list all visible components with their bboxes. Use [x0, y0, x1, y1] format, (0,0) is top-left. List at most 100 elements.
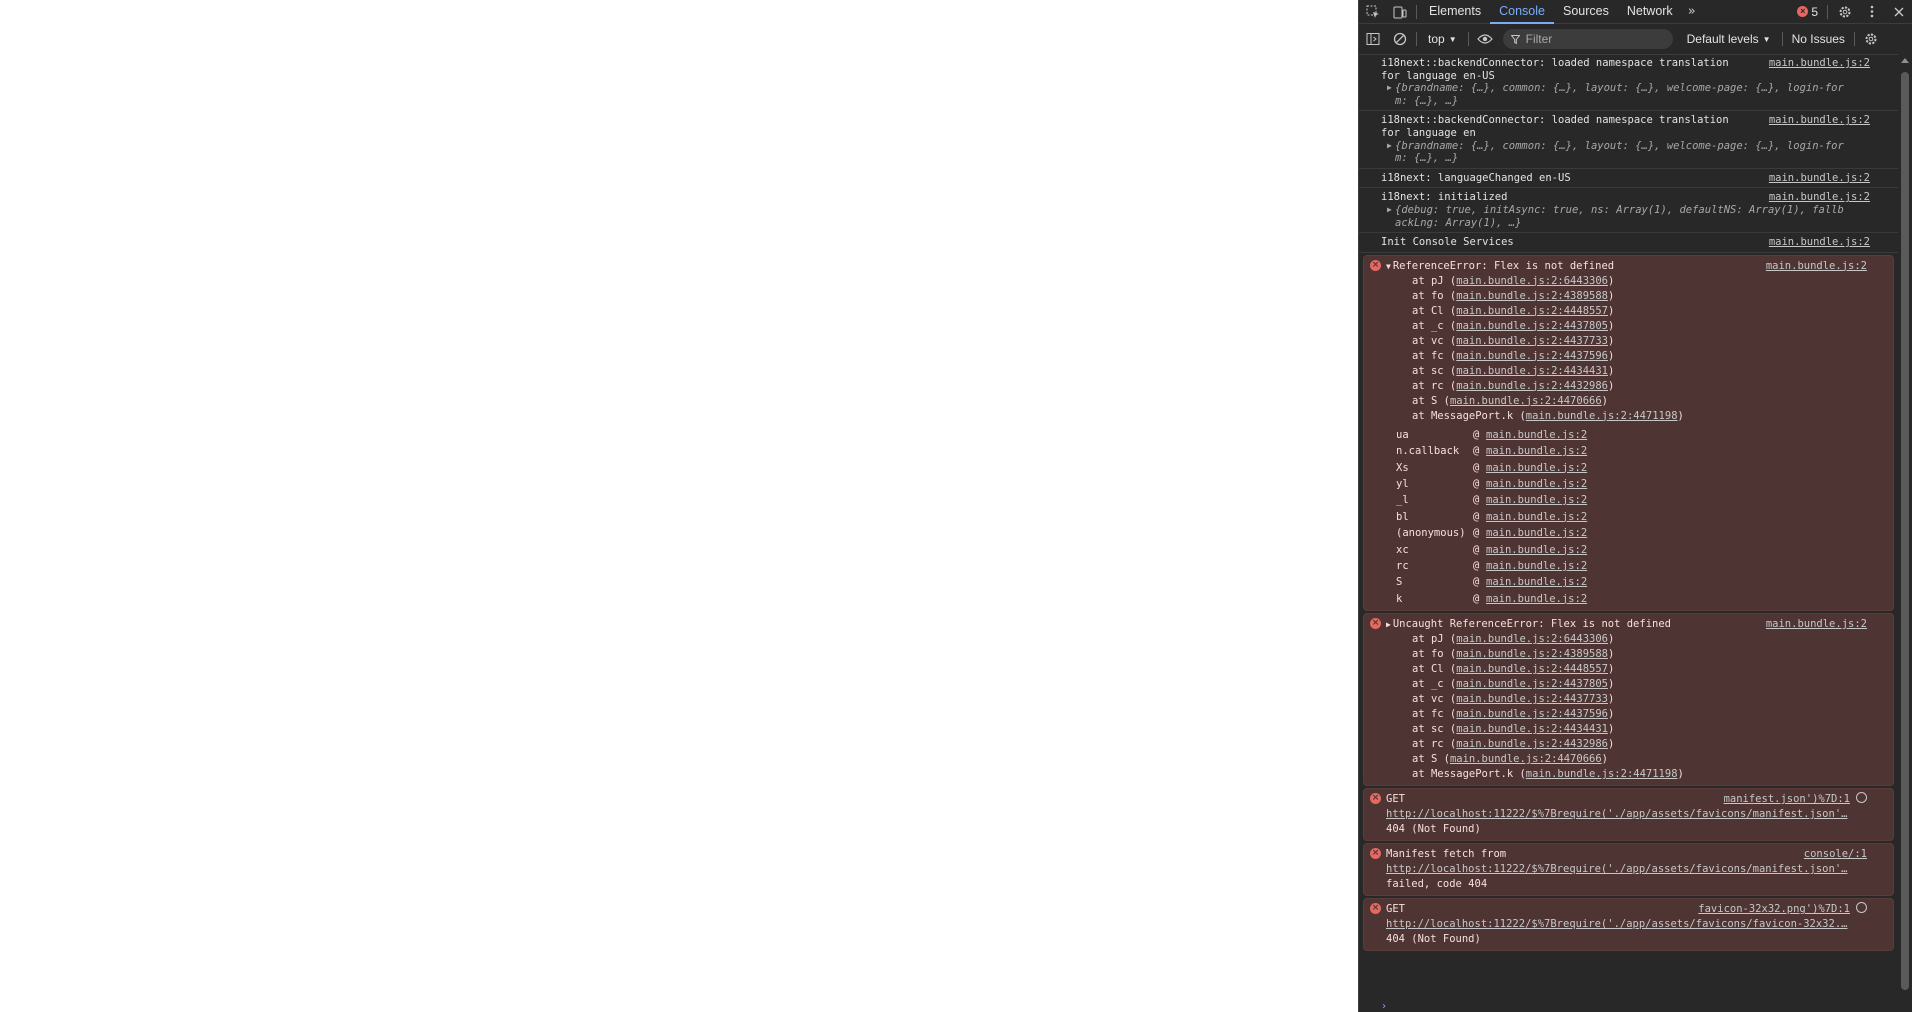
settings-gear-icon[interactable] [1831, 0, 1858, 23]
stack-frame-link[interactable]: main.bundle.js:2:4471198 [1526, 768, 1678, 780]
expand-triangle-icon[interactable]: ▶ [1387, 82, 1392, 95]
source-link[interactable]: main.bundle.js:2 [1766, 617, 1867, 632]
stack-frame-link[interactable]: main.bundle.js:2:4437733 [1456, 693, 1608, 705]
stack-frame-link[interactable]: main.bundle.js:2:6443306 [1456, 633, 1608, 645]
stack-frame-link[interactable]: main.bundle.js:2:4389588 [1456, 648, 1608, 660]
source-link[interactable]: main.bundle.js:2 [1769, 172, 1870, 185]
inspect-element-icon[interactable] [1359, 0, 1386, 23]
stack-frame-link[interactable]: main.bundle.js:2:4437596 [1456, 350, 1608, 362]
stack-frame: at MessagePort.k (main.bundle.js:2:44711… [1412, 768, 1684, 781]
stack-trace-link[interactable]: main.bundle.js:2 [1486, 427, 1587, 443]
stack-trace-link[interactable]: main.bundle.js:2 [1486, 542, 1587, 558]
divider [1781, 32, 1783, 46]
source-link[interactable]: manifest.json')%7D:1 [1724, 792, 1867, 807]
network-globe-icon [1856, 902, 1867, 914]
console-prompt-icon[interactable]: › [1381, 1001, 1387, 1012]
console-message: main.bundle.js:2 i18next: languageChange… [1359, 169, 1898, 189]
context-selector[interactable]: top ▼ [1420, 32, 1465, 46]
console-scrollbar[interactable] [1898, 54, 1912, 1012]
more-tabs-icon[interactable]: » [1682, 4, 1702, 19]
sidebar-toggle-icon[interactable] [1359, 28, 1386, 51]
error-icon: × [1370, 903, 1381, 915]
live-expression-eye-icon[interactable] [1472, 28, 1499, 51]
issues-button[interactable]: No Issues [1786, 32, 1851, 46]
stack-frame: at MessagePort.k (main.bundle.js:2:44711… [1412, 409, 1684, 422]
stack-frame-link[interactable]: main.bundle.js:2:4434431 [1456, 365, 1608, 377]
object-preview[interactable]: ▶ {debug: true, initAsync: true, ns: Arra… [1381, 204, 1868, 217]
error-text: ReferenceError: Flex is not defined [1392, 259, 1615, 272]
stack-trace-row: S @ main.bundle.js:2 [1396, 574, 1871, 590]
device-toolbar-icon[interactable] [1386, 0, 1413, 23]
object-line: {brandname: {…}, common: {…}, layout: {…… [1395, 139, 1844, 152]
source-link[interactable]: main.bundle.js:2 [1769, 57, 1870, 70]
error-icon: × [1370, 259, 1381, 271]
stack-trace-row: bl @ main.bundle.js:2 [1396, 509, 1871, 525]
stack-frame-link[interactable]: main.bundle.js:2:4448557 [1456, 663, 1608, 675]
stack-trace-row: Xs @ main.bundle.js:2 [1396, 460, 1871, 476]
divider [1416, 32, 1417, 46]
expand-triangle-icon[interactable]: ▶ [1387, 140, 1392, 153]
tab-elements[interactable]: Elements [1420, 0, 1490, 23]
divider [1827, 4, 1828, 19]
request-url-link[interactable]: http://localhost:11222/$%7Brequire('./ap… [1386, 807, 1871, 822]
stack-frame-link[interactable]: main.bundle.js:2:4470666 [1450, 753, 1602, 765]
stack-trace-link[interactable]: main.bundle.js:2 [1486, 460, 1587, 476]
stack-frame-link[interactable]: main.bundle.js:2:4432986 [1456, 380, 1608, 392]
stack-trace-link[interactable]: main.bundle.js:2 [1486, 591, 1587, 607]
request-url-link[interactable]: http://localhost:11222/$%7Brequire('./ap… [1386, 862, 1871, 877]
stack-frame-link[interactable]: main.bundle.js:2:4448557 [1456, 305, 1608, 317]
error-message: × console/:1 Manifest fetch from http://… [1363, 843, 1894, 897]
stack-frame-link[interactable]: main.bundle.js:2:4437805 [1456, 678, 1608, 690]
source-link[interactable]: main.bundle.js:2 [1769, 191, 1870, 204]
tab-console[interactable]: Console [1490, 0, 1554, 24]
object-preview[interactable]: ▶ {brandname: {…}, common: {…}, layout: {… [1381, 82, 1868, 95]
error-status: 404 (Not Found) [1386, 933, 1481, 946]
stack-trace-link[interactable]: main.bundle.js:2 [1486, 558, 1587, 574]
filter-input-wrapper[interactable] [1502, 29, 1673, 49]
stack-trace-link[interactable]: main.bundle.js:2 [1486, 574, 1587, 590]
source-link[interactable]: main.bundle.js:2 [1769, 114, 1870, 127]
clear-console-icon[interactable] [1386, 28, 1413, 51]
object-preview[interactable]: ▶ {brandname: {…}, common: {…}, layout: {… [1381, 140, 1868, 153]
stack-frame-link[interactable]: main.bundle.js:2:4432986 [1456, 738, 1608, 750]
expand-triangle-icon[interactable]: ▶ [1387, 204, 1392, 217]
tab-network[interactable]: Network [1618, 0, 1682, 23]
expand-triangle-icon[interactable]: ▶ [1386, 620, 1391, 629]
more-options-icon[interactable] [1858, 0, 1885, 23]
stack-frame-link[interactable]: main.bundle.js:2:4434431 [1456, 723, 1608, 735]
tab-sources[interactable]: Sources [1554, 0, 1618, 23]
source-link[interactable]: console/:1 [1804, 847, 1867, 862]
object-preview-continued: m: {…}, …} [1395, 94, 1459, 107]
source-link[interactable]: main.bundle.js:2 [1766, 259, 1867, 274]
stack-frame-link[interactable]: main.bundle.js:2:4470666 [1450, 395, 1602, 407]
scrollbar-thumb[interactable] [1901, 72, 1909, 990]
stack-frame-link[interactable]: main.bundle.js:2:4437596 [1456, 708, 1608, 720]
stack-frame-link[interactable]: main.bundle.js:2:6443306 [1456, 275, 1608, 287]
stack-frame: at vc (main.bundle.js:2:4437733) [1412, 693, 1615, 706]
source-link[interactable]: main.bundle.js:2 [1769, 236, 1870, 249]
source-link[interactable]: favicon-32x32.png')%7D:1 [1698, 902, 1867, 917]
scroll-up-arrow-icon[interactable] [1901, 58, 1909, 63]
stack-frame-link[interactable]: main.bundle.js:2:4389588 [1456, 290, 1608, 302]
stack-trace-link[interactable]: main.bundle.js:2 [1486, 509, 1587, 525]
stack-frame: at vc (main.bundle.js:2:4437733) [1412, 334, 1615, 347]
stack-frame-link[interactable]: main.bundle.js:2:4471198 [1526, 410, 1678, 422]
stack-frame: at S (main.bundle.js:2:4470666) [1412, 394, 1608, 407]
stack-frame-link[interactable]: main.bundle.js:2:4437805 [1456, 320, 1608, 332]
log-levels-dropdown[interactable]: Default levels ▼ [1679, 32, 1779, 46]
stack-trace-link[interactable]: main.bundle.js:2 [1486, 492, 1587, 508]
collapse-triangle-icon[interactable]: ▼ [1386, 262, 1391, 271]
close-icon[interactable] [1885, 0, 1912, 23]
stack-trace-link[interactable]: main.bundle.js:2 [1486, 525, 1587, 541]
filter-input[interactable] [1525, 32, 1646, 46]
error-count-badge[interactable]: × 5 [1791, 5, 1824, 19]
devtools-panel: Elements Console Sources Network » × 5 t… [1358, 0, 1912, 1012]
request-url-link[interactable]: http://localhost:11222/$%7Brequire('./ap… [1386, 917, 1871, 932]
stack-frame: at S (main.bundle.js:2:4470666) [1412, 753, 1608, 766]
object-line: {brandname: {…}, common: {…}, layout: {…… [1395, 82, 1844, 95]
console-message: main.bundle.js:2 Init Console Services [1359, 233, 1898, 253]
stack-trace-link[interactable]: main.bundle.js:2 [1486, 476, 1587, 492]
console-settings-gear-icon[interactable] [1858, 28, 1885, 51]
stack-frame-link[interactable]: main.bundle.js:2:4437733 [1456, 335, 1608, 347]
stack-trace-link[interactable]: main.bundle.js:2 [1486, 443, 1587, 459]
